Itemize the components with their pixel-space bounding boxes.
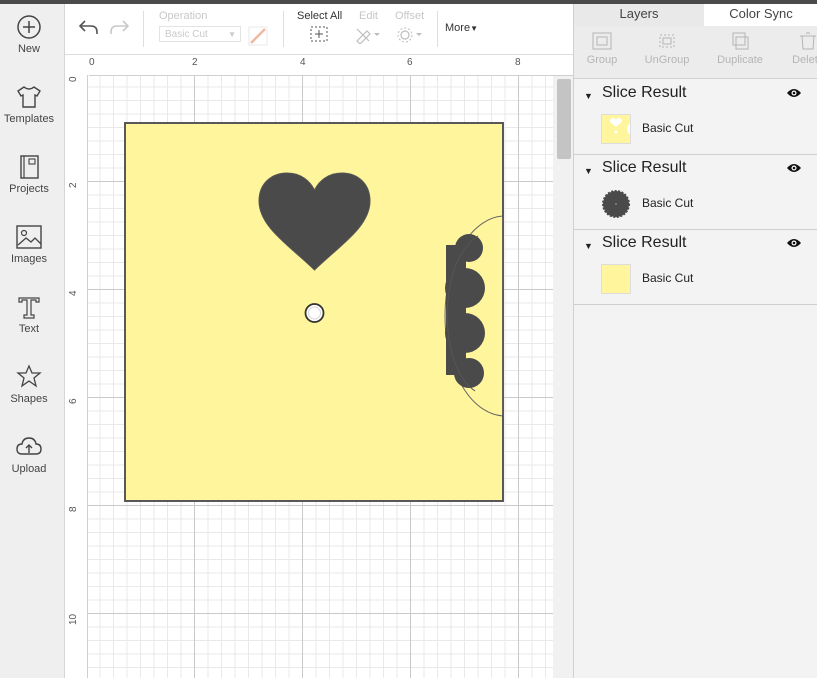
caret-down-icon: ▼ bbox=[470, 24, 478, 33]
eye-icon[interactable] bbox=[786, 87, 802, 99]
ungroup-label: UnGroup bbox=[644, 54, 690, 66]
vertical-scrollbar[interactable] bbox=[553, 76, 573, 678]
pen-color-icon[interactable] bbox=[248, 26, 268, 46]
nav-upload-label: Upload bbox=[11, 463, 47, 475]
nav-upload[interactable]: Upload bbox=[0, 434, 58, 475]
layer-group[interactable]: ▼ Slice Result Basic Cut bbox=[574, 79, 817, 155]
text-icon bbox=[18, 297, 40, 319]
layer-name: Basic Cut bbox=[642, 196, 694, 210]
tab-color-sync[interactable]: Color Sync bbox=[704, 4, 817, 26]
image-icon bbox=[16, 225, 42, 249]
scrollbar-thumb[interactable] bbox=[557, 79, 571, 159]
select-all-label: Select All bbox=[297, 10, 343, 22]
duplicate-icon bbox=[732, 32, 749, 50]
shapes-icon bbox=[16, 364, 42, 388]
design-layer[interactable] bbox=[65, 55, 555, 678]
nav-text-label: Text bbox=[18, 323, 40, 335]
toolbar: Operation Basic Cut ▼ Select All Edit Of… bbox=[65, 4, 573, 55]
layer-thumbnail bbox=[601, 264, 631, 294]
projects-icon bbox=[20, 155, 39, 179]
layer-group[interactable]: ▼ Slice Result Basic Cut bbox=[574, 154, 817, 230]
layer-name: Basic Cut bbox=[642, 121, 694, 135]
layer-thumbnail bbox=[601, 114, 631, 144]
collapse-caret-icon[interactable]: ▼ bbox=[584, 241, 593, 251]
duplicate-button[interactable]: Duplicate bbox=[715, 32, 765, 66]
nav-projects[interactable]: Projects bbox=[0, 154, 58, 195]
offset-label: Offset bbox=[395, 10, 425, 22]
layer-group-title: Slice Result bbox=[602, 84, 687, 101]
collapse-caret-icon[interactable]: ▼ bbox=[584, 91, 593, 101]
ungroup-button[interactable]: UnGroup bbox=[644, 32, 690, 66]
layer-group[interactable]: ▼ Slice Result Basic Cut bbox=[574, 229, 817, 305]
chevron-down-icon: ▼ bbox=[228, 30, 236, 39]
duplicate-label: Duplicate bbox=[717, 54, 763, 66]
group-label: Group bbox=[586, 54, 618, 66]
collapse-caret-icon[interactable]: ▼ bbox=[584, 166, 593, 176]
layer-name: Basic Cut bbox=[642, 271, 694, 285]
delete-button[interactable]: Delete bbox=[788, 32, 817, 66]
edit-label: Edit bbox=[359, 10, 378, 22]
undo-icon[interactable] bbox=[77, 17, 99, 37]
offset-icon[interactable] bbox=[396, 26, 424, 44]
ungroup-icon bbox=[659, 34, 675, 48]
nav-shapes[interactable]: Shapes bbox=[0, 364, 58, 405]
nav-text[interactable]: Text bbox=[0, 294, 58, 335]
nav-images[interactable]: Images bbox=[0, 224, 58, 265]
toolbar-separator bbox=[283, 11, 284, 47]
operation-label: Operation bbox=[159, 10, 208, 22]
select-all-icon[interactable] bbox=[310, 26, 328, 42]
redo-icon[interactable] bbox=[109, 17, 131, 37]
tshirt-icon bbox=[17, 86, 41, 108]
plus-circle-icon bbox=[17, 15, 41, 39]
design-canvas[interactable]: 0 2 4 6 8 0 2 4 6 8 10 bbox=[65, 55, 573, 678]
more-button[interactable]: More▼ bbox=[445, 22, 478, 34]
trash-icon bbox=[800, 32, 816, 50]
layer-group-title: Slice Result bbox=[602, 234, 687, 251]
layer-thumbnail bbox=[601, 189, 631, 219]
layer-tools: Group UnGroup Duplicate Delete bbox=[574, 26, 817, 79]
operation-value: Basic Cut bbox=[165, 29, 208, 40]
edit-icon[interactable] bbox=[354, 26, 382, 44]
eye-icon[interactable] bbox=[786, 162, 802, 174]
nav-templates[interactable]: Templates bbox=[0, 84, 58, 125]
nav-projects-label: Projects bbox=[9, 183, 49, 195]
eye-icon[interactable] bbox=[786, 237, 802, 249]
panel-tabs: Layers Color Sync bbox=[574, 4, 817, 28]
nav-images-label: Images bbox=[10, 253, 48, 265]
operation-select[interactable]: Basic Cut ▼ bbox=[159, 26, 241, 42]
delete-label: Delete bbox=[792, 54, 817, 66]
group-button[interactable]: Group bbox=[586, 32, 618, 66]
left-nav: New Templates Projects Images Text Shape… bbox=[0, 4, 65, 678]
toolbar-separator bbox=[437, 11, 438, 47]
tab-layers[interactable]: Layers bbox=[574, 4, 704, 28]
group-icon bbox=[592, 32, 612, 50]
nav-shapes-label: Shapes bbox=[10, 393, 48, 405]
nav-new-label: New bbox=[17, 43, 40, 55]
more-label: More bbox=[445, 22, 471, 34]
nav-templates-label: Templates bbox=[3, 113, 55, 125]
layers-panel: Layers Color Sync Group UnGroup Duplicat… bbox=[573, 4, 817, 678]
layer-group-title: Slice Result bbox=[602, 159, 687, 176]
upload-cloud-icon bbox=[16, 437, 42, 455]
nav-new[interactable]: New bbox=[0, 14, 58, 55]
toolbar-separator bbox=[143, 11, 144, 47]
